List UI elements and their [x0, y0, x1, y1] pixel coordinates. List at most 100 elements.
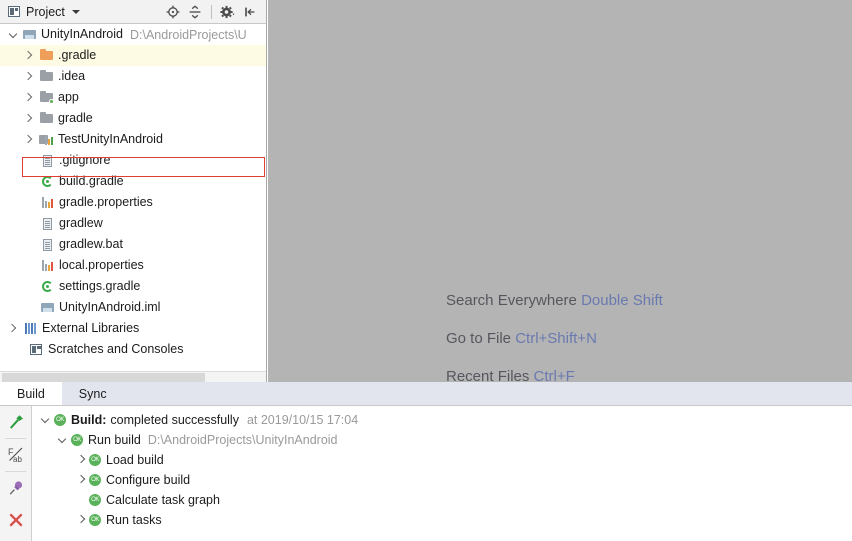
- chevron-down-icon[interactable]: [55, 432, 71, 448]
- tree-row-build-gradle[interactable]: build.gradle: [0, 171, 266, 192]
- status-ok-icon: [89, 454, 101, 466]
- file-icon: [40, 153, 55, 168]
- file-icon: [40, 237, 55, 252]
- collapse-all-icon[interactable]: [185, 2, 205, 22]
- chevron-right-icon[interactable]: [73, 472, 89, 488]
- tree-row-gradlew[interactable]: gradlew: [0, 213, 266, 234]
- tree-row-gradlew-bat[interactable]: gradlew.bat: [0, 234, 266, 255]
- chevron-right-icon[interactable]: [22, 134, 33, 145]
- tree-row-gradle-folder[interactable]: gradle: [0, 108, 266, 129]
- folder-grey-icon: [39, 111, 54, 126]
- project-path: D:\AndroidProjects\U: [130, 27, 247, 42]
- tree-item-label: .gradle: [58, 48, 97, 62]
- ide-window: Project UnityInAndroid D:\AndroidProject…: [0, 0, 852, 541]
- status-ok-icon: [89, 474, 101, 486]
- tree-item-label: build.gradle: [59, 174, 124, 188]
- tree-row-iml[interactable]: UnityInAndroid.iml: [0, 297, 266, 318]
- tree-row-gradle-properties[interactable]: gradle.properties: [0, 192, 266, 213]
- chevron-down-icon[interactable]: [6, 27, 22, 43]
- locate-icon[interactable]: [163, 2, 183, 22]
- chevron-down-icon[interactable]: [38, 412, 54, 428]
- tab-sync[interactable]: Sync: [62, 382, 124, 405]
- build-row-configure-build[interactable]: Configure build: [33, 470, 852, 490]
- hide-panel-icon[interactable]: [240, 2, 260, 22]
- tree-horizontal-scrollbar[interactable]: [0, 371, 266, 382]
- hint-recent-files: Recent Files Ctrl+F: [446, 368, 575, 382]
- tree-row-app[interactable]: app: [0, 87, 266, 108]
- build-row-label: Build:: [71, 413, 107, 427]
- tree-item-label: .idea: [58, 69, 86, 83]
- build-row-label: Load build: [106, 453, 164, 467]
- tree-row-test-unity-in-android[interactable]: TestUnityInAndroid: [0, 129, 266, 150]
- chevron-right-icon[interactable]: [22, 71, 33, 82]
- hint-shortcut: Ctrl+F: [533, 368, 575, 382]
- tree-item-label: gradle: [58, 111, 93, 125]
- build-output-body: F ab OK Build: completed successfully at…: [0, 405, 852, 541]
- tree-row-root[interactable]: UnityInAndroid D:\AndroidProjects\U: [0, 24, 266, 45]
- tree-item-label: gradlew.bat: [59, 237, 123, 251]
- status-ok-icon: [71, 434, 83, 446]
- chevron-right-icon[interactable]: [6, 323, 17, 334]
- project-toolbar-buttons: [163, 2, 266, 22]
- hint-go-to-file: Go to File Ctrl+Shift+N: [446, 330, 597, 347]
- chevron-right-icon[interactable]: [73, 452, 89, 468]
- build-row-run-build[interactable]: Run build D:\AndroidProjects\UnityInAndr…: [33, 430, 852, 450]
- properties-icon: [40, 258, 55, 273]
- build-row-label: Run build: [88, 433, 141, 447]
- gradle-icon: [40, 174, 55, 189]
- build-hammer-icon[interactable]: [0, 406, 31, 438]
- project-toolbar: Project: [0, 0, 266, 24]
- tree-row-gitignore[interactable]: .gitignore: [0, 150, 266, 171]
- tree-item-label: TestUnityInAndroid: [58, 132, 163, 146]
- folder-module-icon: [39, 90, 54, 105]
- scrollbar-thumb[interactable]: [2, 373, 205, 382]
- build-row-calculate-task-graph[interactable]: Calculate task graph: [33, 490, 852, 510]
- tree-row-scratches-consoles[interactable]: Scratches and Consoles: [0, 339, 266, 360]
- build-row-load-build[interactable]: Load build: [33, 450, 852, 470]
- tree-item-label: UnityInAndroid.iml: [59, 300, 161, 314]
- tree-item-label: External Libraries: [42, 321, 140, 335]
- project-title-group[interactable]: Project: [0, 5, 80, 19]
- tree-row-settings-gradle[interactable]: settings.gradle: [0, 276, 266, 297]
- scratches-icon: [29, 342, 44, 357]
- build-row-run-tasks[interactable]: Run tasks: [33, 510, 852, 530]
- tree-item-label: UnityInAndroid: [41, 27, 123, 41]
- gear-icon[interactable]: [218, 2, 238, 22]
- project-title: Project: [26, 4, 65, 19]
- file-icon: [40, 216, 55, 231]
- chevron-right-icon[interactable]: [22, 92, 33, 103]
- properties-icon: [40, 195, 55, 210]
- project-tool-window: Project UnityInAndroid D:\AndroidProject…: [0, 0, 267, 382]
- build-row-label: Configure build: [106, 473, 191, 487]
- hint-search-everywhere: Search Everywhere Double Shift: [446, 292, 663, 309]
- chevron-down-icon[interactable]: [71, 9, 80, 14]
- project-window-icon: [8, 5, 21, 18]
- pin-icon[interactable]: [0, 472, 31, 504]
- build-row-path: D:\AndroidProjects\UnityInAndroid: [147, 433, 338, 447]
- folder-orange-icon: [39, 48, 54, 63]
- build-row-extra: completed successfully: [110, 413, 239, 427]
- status-ok-icon: [89, 514, 101, 526]
- tree-row-idea[interactable]: .idea: [0, 66, 266, 87]
- tree-item-label: gradle.properties: [59, 195, 153, 209]
- tree-row-local-properties[interactable]: local.properties: [0, 255, 266, 276]
- close-icon[interactable]: [0, 504, 31, 536]
- tab-build[interactable]: Build: [0, 382, 62, 405]
- build-row-build-status[interactable]: Build: completed successfully at 2019/10…: [33, 410, 852, 430]
- hint-label: Search Everywhere: [446, 292, 582, 309]
- chevron-right-icon[interactable]: [73, 512, 89, 528]
- tree-row-external-libraries[interactable]: External Libraries: [0, 318, 266, 339]
- build-timestamp: at 2019/10/15 17:04: [246, 413, 359, 427]
- hint-shortcut: Ctrl+Shift+N: [515, 330, 597, 347]
- build-tool-window: Build Sync F ab OK Build: completed succ…: [0, 382, 852, 541]
- build-gutter-toolbar: F ab: [0, 406, 32, 541]
- build-result-tree[interactable]: Build: completed successfully at 2019/10…: [33, 406, 852, 541]
- libraries-icon: [23, 321, 38, 336]
- empty-editor-area: Search Everywhere Double Shift Go to Fil…: [268, 0, 852, 382]
- soft-wrap-icon[interactable]: F ab: [0, 439, 31, 471]
- tree-row-gradle-dir[interactable]: .gradle: [0, 45, 266, 66]
- tree-item-label: gradlew: [59, 216, 103, 230]
- chevron-right-icon[interactable]: [22, 50, 33, 61]
- chevron-right-icon[interactable]: [22, 113, 33, 124]
- project-tree[interactable]: UnityInAndroid D:\AndroidProjects\U .gra…: [0, 24, 266, 369]
